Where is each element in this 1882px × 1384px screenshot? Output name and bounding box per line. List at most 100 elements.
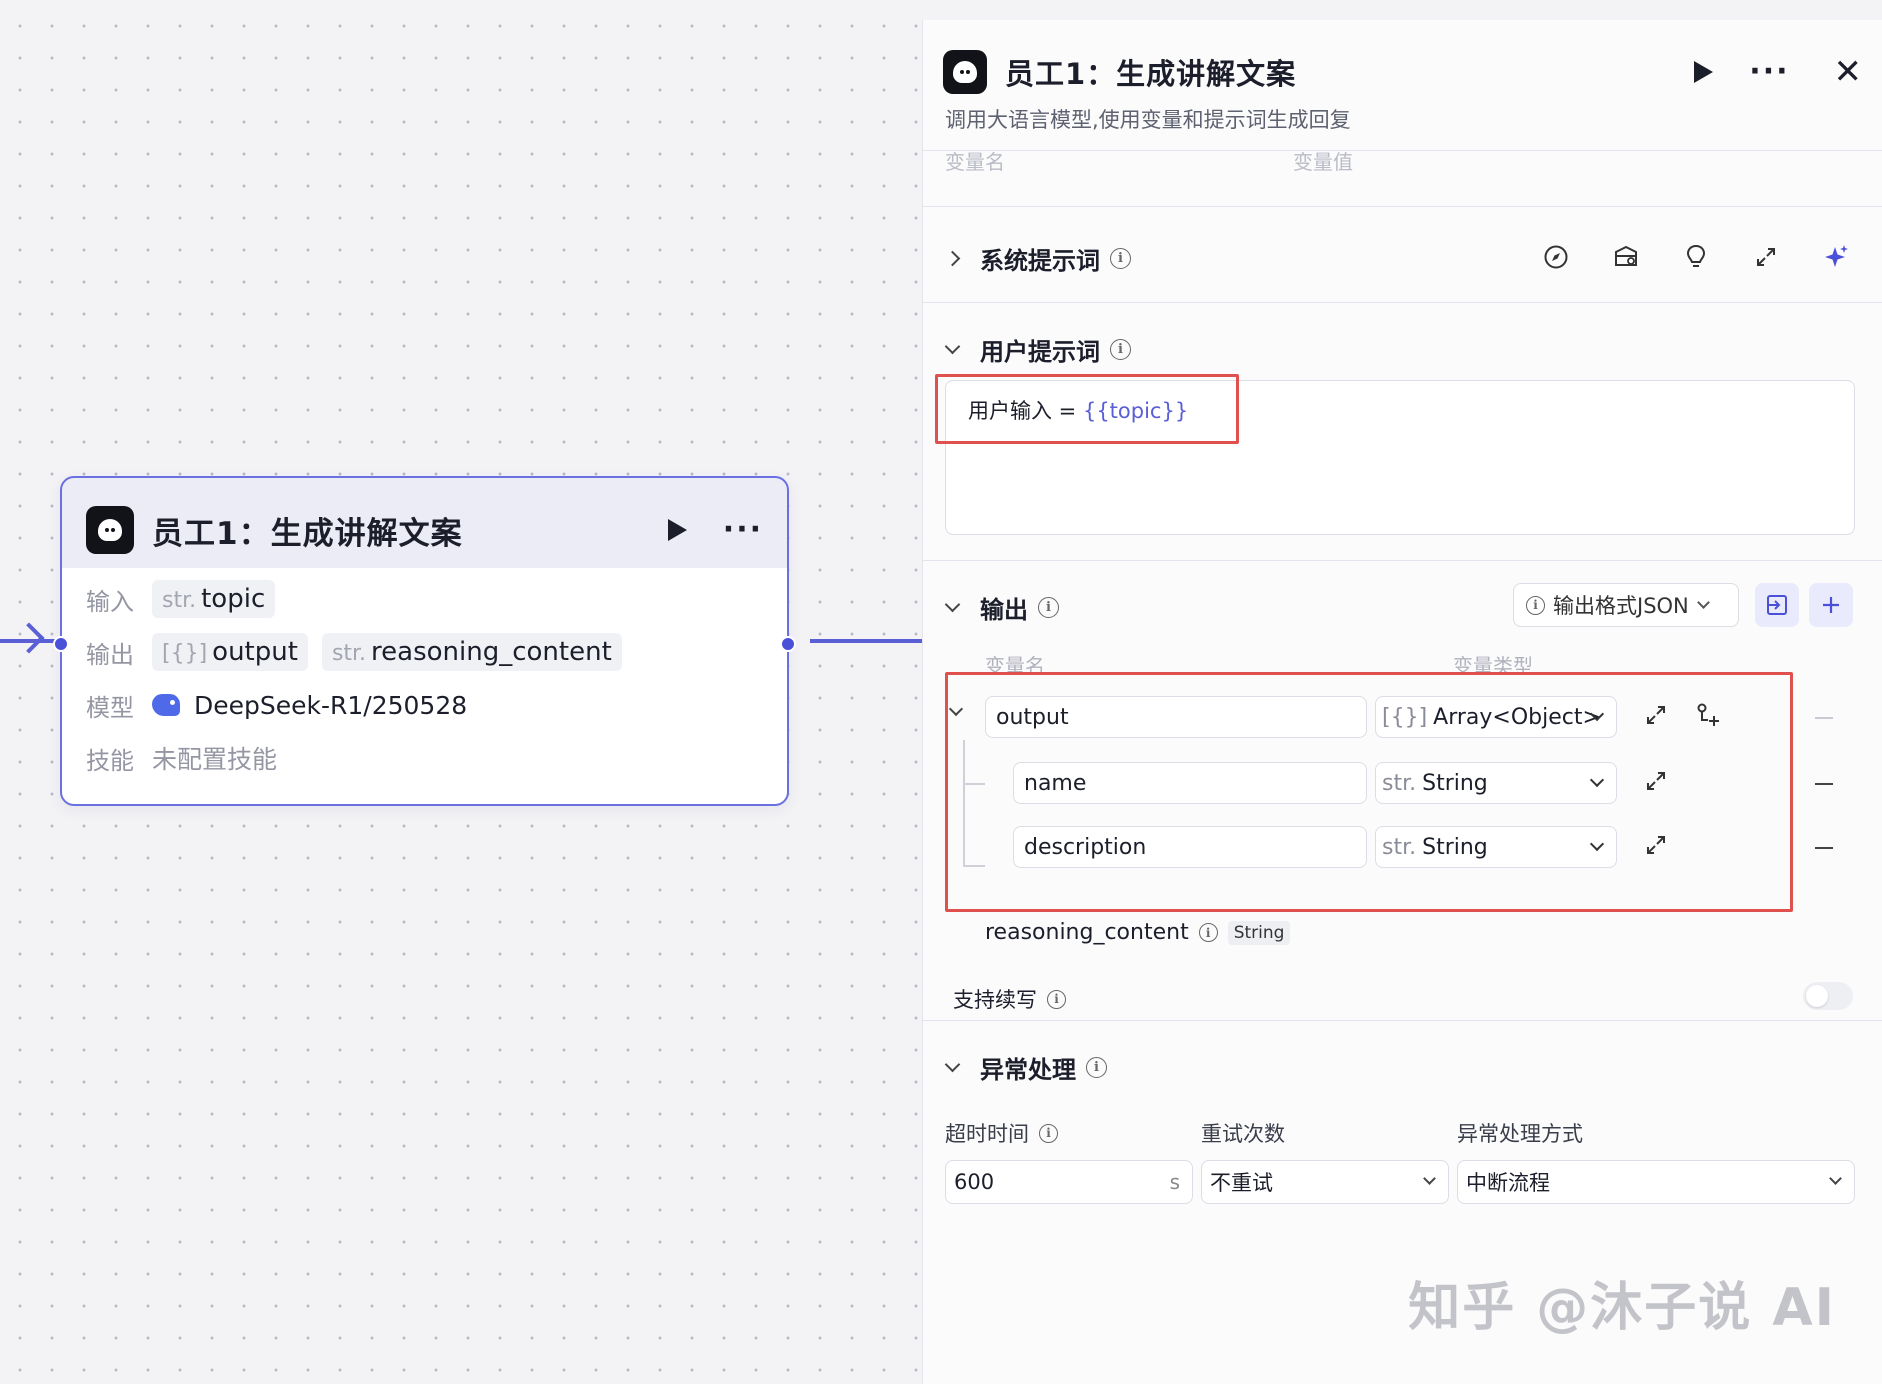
info-icon: i bbox=[1526, 595, 1545, 615]
chevron-down-icon bbox=[944, 1056, 961, 1073]
panel-more-icon[interactable]: ··· bbox=[1749, 57, 1789, 87]
deepseek-whale-icon bbox=[152, 694, 180, 716]
output-port[interactable] bbox=[780, 636, 796, 652]
timeout-input[interactable]: 600 s bbox=[945, 1160, 1193, 1204]
info-icon: i bbox=[1038, 597, 1059, 618]
retry-label: 重试次数 bbox=[1201, 1122, 1285, 1146]
faded-col-name: 变量名 bbox=[945, 150, 1005, 174]
support-continue-row: 支持续写 i bbox=[953, 984, 1066, 1014]
chevron-down-icon bbox=[944, 338, 961, 355]
divider bbox=[923, 1020, 1882, 1021]
model-label: 模型 bbox=[86, 693, 134, 722]
run-node-icon[interactable] bbox=[1694, 61, 1714, 83]
lightbulb-icon[interactable] bbox=[1678, 239, 1714, 275]
output-format-select[interactable]: i 输出格式JSON bbox=[1513, 583, 1739, 627]
reasoning-content-row: reasoning_content i String bbox=[985, 920, 1291, 945]
panel-title: 员工1：生成讲解文案 bbox=[1005, 57, 1297, 91]
add-output-button[interactable] bbox=[1809, 583, 1853, 627]
run-node-icon[interactable] bbox=[667, 519, 687, 541]
bot-icon bbox=[86, 506, 134, 554]
timeout-label-text: 超时时间 bbox=[945, 1122, 1029, 1146]
remove-field-icon[interactable] bbox=[1815, 783, 1833, 785]
expand-icon[interactable] bbox=[1748, 239, 1784, 275]
output-header[interactable]: 输出 i bbox=[944, 590, 1059, 625]
info-icon: i bbox=[1047, 989, 1066, 1009]
exception-title: 异常处理 bbox=[980, 1056, 1076, 1084]
skills-value: 未配置技能 bbox=[152, 745, 278, 774]
output-chip: [{}] output bbox=[152, 633, 308, 671]
input-port[interactable] bbox=[53, 636, 69, 652]
watermark: 知乎 @沐子说 AI bbox=[1408, 1278, 1836, 1338]
info-icon: i bbox=[1086, 1057, 1107, 1078]
chip-name: topic bbox=[201, 584, 266, 614]
prompt-toolbar bbox=[1538, 239, 1854, 275]
workflow-node-llm[interactable]: 员工1：生成讲解文案 ··· 输入 str. topic 输出 [{}] out… bbox=[53, 476, 796, 806]
panel-description: 调用大语言模型,使用变量和提示词生成回复 bbox=[945, 108, 1351, 132]
reasoning-type-chip: String bbox=[1227, 920, 1291, 945]
skills-label: 技能 bbox=[86, 746, 134, 775]
node-skills-row: 技能 未配置技能 bbox=[86, 737, 277, 779]
chip-name: reasoning_content bbox=[371, 637, 612, 667]
type-tag: str. bbox=[331, 641, 367, 666]
exception-header[interactable]: 异常处理 i bbox=[944, 1050, 1107, 1085]
type-tag: str. bbox=[162, 588, 197, 613]
highlight-box bbox=[945, 672, 1793, 912]
support-continue-label: 支持续写 bbox=[953, 988, 1037, 1012]
divider bbox=[923, 150, 1882, 151]
compass-icon[interactable] bbox=[1538, 239, 1574, 275]
handling-select[interactable]: 中断流程 bbox=[1457, 1160, 1855, 1204]
output-format-value: 输出格式JSON bbox=[1553, 594, 1689, 618]
node-config-panel: 员工1：生成讲解文案 ··· ✕ 调用大语言模型,使用变量和提示词生成回复 变量… bbox=[922, 20, 1882, 1384]
incoming-edge-arrow bbox=[13, 622, 45, 654]
info-icon: i bbox=[1039, 1123, 1058, 1143]
retry-select[interactable]: 不重试 bbox=[1201, 1160, 1449, 1204]
divider bbox=[923, 302, 1882, 303]
system-prompt-title: 系统提示词 bbox=[980, 247, 1100, 275]
highlight-box bbox=[935, 374, 1239, 444]
info-icon: i bbox=[1110, 339, 1131, 360]
handling-label: 异常处理方式 bbox=[1457, 1122, 1583, 1146]
type-tag: [{}] bbox=[162, 641, 208, 666]
node-header: 员工1：生成讲解文案 ··· bbox=[86, 504, 763, 556]
handling-value: 中断流程 bbox=[1466, 1171, 1550, 1195]
import-json-button[interactable] bbox=[1755, 583, 1799, 627]
remove-field-icon[interactable] bbox=[1815, 717, 1833, 719]
output-label: 输出 bbox=[86, 640, 134, 669]
model-value: DeepSeek-R1/250528 bbox=[194, 690, 468, 720]
chip-name: output bbox=[212, 637, 298, 667]
system-prompt-header[interactable]: 系统提示词 i bbox=[944, 241, 1131, 276]
outgoing-edge bbox=[810, 639, 922, 643]
chevron-right-icon bbox=[944, 250, 961, 267]
node-title: 员工1：生成讲解文案 bbox=[152, 515, 463, 552]
user-prompt-title: 用户提示词 bbox=[980, 338, 1100, 366]
divider bbox=[923, 560, 1882, 561]
panel-header: 员工1：生成讲解文案 ··· ✕ bbox=[943, 40, 1862, 104]
chevron-down-icon bbox=[1423, 1172, 1436, 1185]
user-prompt-header[interactable]: 用户提示词 i bbox=[944, 332, 1131, 367]
bot-icon bbox=[943, 50, 987, 94]
output-chip: str. reasoning_content bbox=[321, 633, 622, 671]
chevron-down-icon bbox=[944, 596, 961, 613]
node-model-row: 模型 DeepSeek-R1/250528 bbox=[86, 684, 467, 726]
chevron-down-icon bbox=[1829, 1172, 1842, 1185]
close-icon[interactable]: ✕ bbox=[1834, 55, 1863, 89]
divider bbox=[923, 206, 1882, 207]
node-more-icon[interactable]: ··· bbox=[723, 515, 763, 545]
support-continue-toggle[interactable] bbox=[1803, 982, 1853, 1010]
input-chip: str. topic bbox=[152, 580, 276, 618]
chevron-down-icon bbox=[1696, 596, 1710, 609]
reasoning-name: reasoning_content bbox=[985, 920, 1189, 945]
node-output-row: 输出 [{}] output str. reasoning_content bbox=[86, 631, 636, 673]
timeout-value: 600 bbox=[954, 1170, 995, 1194]
info-icon: i bbox=[1198, 923, 1218, 942]
info-icon: i bbox=[1110, 248, 1131, 269]
output-title: 输出 bbox=[980, 596, 1028, 624]
retry-value: 不重试 bbox=[1210, 1171, 1273, 1195]
ai-sparkle-icon[interactable] bbox=[1818, 239, 1854, 275]
timeout-unit: s bbox=[1169, 1170, 1180, 1194]
input-label: 输入 bbox=[86, 587, 134, 616]
node-input-row: 输入 str. topic bbox=[86, 578, 289, 620]
timeout-label: 超时时间 i bbox=[945, 1118, 1058, 1148]
prompt-library-icon[interactable] bbox=[1608, 239, 1644, 275]
remove-field-icon[interactable] bbox=[1815, 847, 1833, 849]
